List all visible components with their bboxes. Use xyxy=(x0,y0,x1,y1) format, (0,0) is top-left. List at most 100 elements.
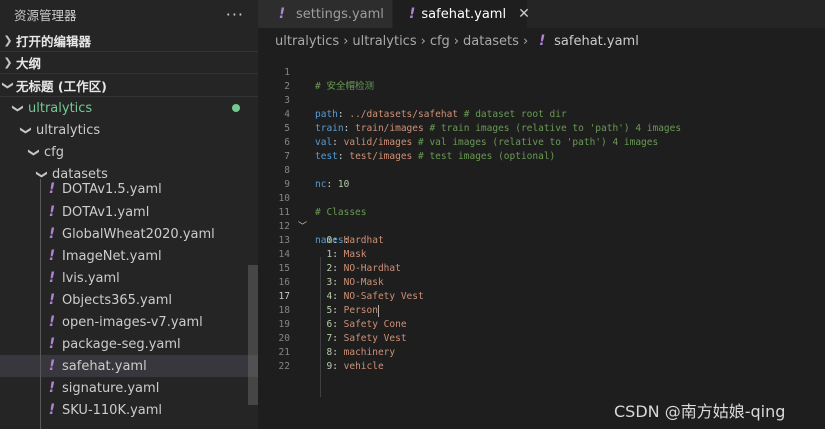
tree-folder-cfg[interactable]: ❯ cfg xyxy=(0,141,258,163)
chevron-right-icon: › xyxy=(453,33,459,49)
yaml-file-icon: ! xyxy=(409,6,416,22)
code-line: 22 xyxy=(258,346,825,372)
chevron-down-icon: ❯ xyxy=(27,147,41,157)
code-line: 1 # 安全帽检测 xyxy=(258,52,825,92)
tab-label: safehat.yaml xyxy=(421,6,507,22)
file-label: ImageNet.yaml xyxy=(62,248,162,264)
file-item[interactable]: ! package-seg.yaml xyxy=(0,333,258,355)
code-line: 7 xyxy=(258,136,825,162)
section-open-editors[interactable]: ❯ 打开的编辑器 xyxy=(0,30,258,52)
yaml-file-icon: ! xyxy=(48,226,56,242)
section-workspace-label: 无标题 (工作区) xyxy=(16,79,107,94)
code-line: 16 4: NO-Safety Vest xyxy=(258,262,825,302)
tree-root-folder[interactable]: ❯ ultralytics xyxy=(0,97,258,119)
explorer-sidebar: 资源管理器 ··· ❯ 打开的编辑器 ❯ 大纲 ❯ 无标题 (工作区) ❯ ul… xyxy=(0,0,258,429)
file-label: package-seg.yaml xyxy=(62,336,181,352)
file-label: DOTAv1.5.yaml xyxy=(62,181,162,197)
file-item[interactable]: ! DOTAv1.yaml xyxy=(0,201,258,223)
tree-folder-cfg-label: cfg xyxy=(44,144,64,160)
tree-folder-ultralytics-label: ultralytics xyxy=(36,122,101,138)
yaml-file-icon: ! xyxy=(48,358,56,374)
file-label: safehat.yaml xyxy=(62,358,147,374)
watermark: CSDN @南方姑娘-qing xyxy=(614,402,786,421)
breadcrumb-item-current[interactable]: safehat.yaml xyxy=(554,34,639,49)
file-label: signature.yaml xyxy=(62,380,160,396)
tab-bar: ! settings.yaml ! safehat.yaml ✕ xyxy=(258,0,825,28)
chevron-right-icon: ❯ xyxy=(3,34,13,47)
breadcrumb-item[interactable]: ultralytics xyxy=(352,34,416,49)
breadcrumb: ultralytics › ultralytics › cfg › datase… xyxy=(275,30,639,52)
section-outline[interactable]: ❯ 大纲 xyxy=(0,52,258,74)
file-label: GlobalWheat2020.yaml xyxy=(62,226,215,242)
file-label: Objects365.yaml xyxy=(62,292,172,308)
yaml-file-icon: ! xyxy=(48,292,56,308)
code-line: 20 8: machinery xyxy=(258,318,825,358)
yaml-file-icon: ! xyxy=(48,336,56,352)
breadcrumb-item[interactable]: ultralytics xyxy=(275,34,339,49)
explorer-header: 资源管理器 ··· xyxy=(0,0,258,28)
chevron-right-icon: › xyxy=(522,33,529,49)
code-line: 8 nc: 10 xyxy=(258,150,825,190)
section-workspace[interactable]: ❯ 无标题 (工作区) xyxy=(0,75,258,97)
chevron-right-icon: ❯ xyxy=(3,56,13,69)
file-item[interactable]: ! GlobalWheat2020.yaml xyxy=(0,223,258,245)
tree-root-label: ultralytics xyxy=(28,100,93,116)
yaml-file-icon: ! xyxy=(48,380,56,396)
code-line: 13 1: Mask xyxy=(258,220,825,260)
yaml-file-icon: ! xyxy=(48,204,56,220)
modified-dot-icon xyxy=(232,104,240,112)
more-actions-icon[interactable]: ··· xyxy=(226,5,244,24)
code-line: 5 val: valid/images # val images (relati… xyxy=(258,108,825,148)
tab-safehat-yaml[interactable]: ! safehat.yaml ✕ xyxy=(393,0,530,28)
code-line: 9 xyxy=(258,164,825,190)
tree-folder-ultralytics[interactable]: ❯ ultralytics xyxy=(0,119,258,141)
chevron-right-icon: › xyxy=(343,33,349,49)
tree-indent-guide xyxy=(40,179,41,429)
section-open-editors-label: 打开的编辑器 xyxy=(16,34,92,49)
yaml-file-icon: ! xyxy=(278,6,286,22)
tab-settings-yaml[interactable]: ! settings.yaml xyxy=(258,0,392,28)
code-line: 10 # Classes xyxy=(258,178,825,218)
code-line: 21 9: vehicle xyxy=(258,332,825,372)
yaml-file-icon: ! xyxy=(48,270,56,286)
close-icon[interactable]: ✕ xyxy=(518,6,530,22)
file-item[interactable]: ! lvis.yaml xyxy=(0,267,258,289)
breadcrumb-item[interactable]: cfg xyxy=(430,34,450,49)
yaml-file-icon: ! xyxy=(48,402,56,418)
code-line: 6 test: test/images # test images (optio… xyxy=(258,122,825,162)
code-line: 12 0: Hardhat xyxy=(258,206,825,246)
file-label: lvis.yaml xyxy=(62,270,120,286)
yaml-file-icon: ! xyxy=(48,181,56,197)
chevron-right-icon: › xyxy=(420,33,426,49)
code-line-active: 17 5: Person xyxy=(258,276,825,317)
tab-label: settings.yaml xyxy=(296,6,384,22)
file-label: open-images-v7.yaml xyxy=(62,314,203,330)
code-line: 15 3: NO-Mask xyxy=(258,248,825,288)
explorer-title: 资源管理器 xyxy=(14,7,77,23)
line-number: 22 xyxy=(278,361,290,372)
code-line: 18 6: Safety Cone xyxy=(258,290,825,330)
file-item[interactable]: ! Objects365.yaml xyxy=(0,289,258,311)
file-item[interactable]: ! signature.yaml xyxy=(0,377,258,399)
file-item[interactable]: ! open-images-v7.yaml xyxy=(0,311,258,333)
file-item-selected[interactable]: ! safehat.yaml xyxy=(0,355,258,377)
yaml-file-icon: ! xyxy=(48,314,56,330)
file-item[interactable]: ! DOTAv1.5.yaml xyxy=(0,179,258,199)
file-item[interactable]: ! SKU-110K.yaml xyxy=(0,399,258,421)
breadcrumb-item[interactable]: datasets xyxy=(463,34,519,49)
yaml-file-icon: ! xyxy=(538,33,546,49)
chevron-down-icon: ❯ xyxy=(11,103,25,113)
class-name: vehicle xyxy=(343,361,384,372)
editor-area: ! settings.yaml ! safehat.yaml ✕ ultraly… xyxy=(258,0,825,429)
file-item[interactable]: ! ImageNet.yaml xyxy=(0,245,258,267)
code-line: 3 path: ../datasets/safehat # dataset ro… xyxy=(258,80,825,120)
file-label: SKU-110K.yaml xyxy=(62,402,163,418)
chevron-down-icon: ❯ xyxy=(1,80,15,91)
yaml-file-icon: ! xyxy=(48,248,56,264)
section-outline-label: 大纲 xyxy=(16,56,42,71)
code-line: 14 2: NO-Hardhat xyxy=(258,234,825,274)
chevron-down-icon: ❯ xyxy=(19,125,33,135)
code-line: 19 7: Safety Vest xyxy=(258,304,825,344)
code-line: 11 ﹀ names: xyxy=(258,192,825,246)
sidebar-scrollbar[interactable] xyxy=(248,265,258,405)
